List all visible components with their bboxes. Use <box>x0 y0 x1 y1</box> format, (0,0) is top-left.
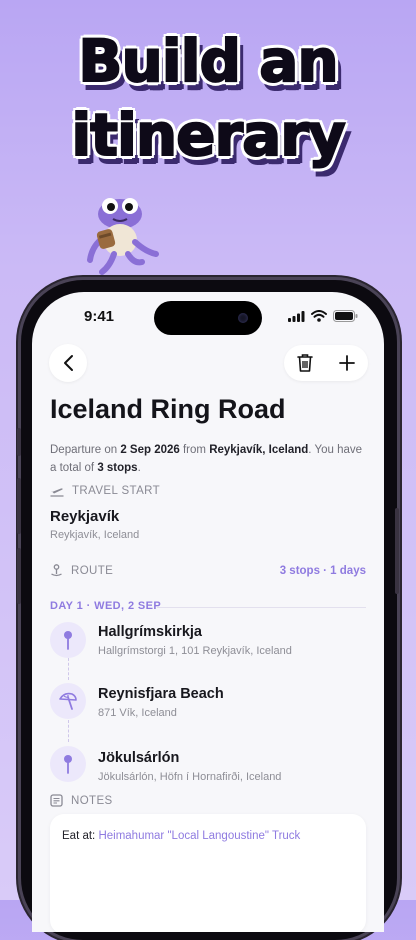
day-label: DAY 1 · WED, 2 SEP <box>50 600 162 612</box>
notes-icon <box>50 794 63 807</box>
stop-name[interactable]: Reynisfjara Beach <box>98 686 224 702</box>
stop-icon-3 <box>50 746 86 782</box>
stop-icon-2 <box>50 683 86 719</box>
stop-name[interactable]: Hallgrímskirkja <box>98 624 202 640</box>
travel-start-address: Reykjavík, Iceland <box>50 529 140 541</box>
travel-start-label: TRAVEL START <box>72 485 161 497</box>
headline-line-1: Build an <box>77 27 339 95</box>
notes-link[interactable]: Heimahumar "Local Langoustine" Truck <box>98 830 300 842</box>
camera-icon <box>238 313 248 323</box>
notes-text: Eat at: Heimahumar "Local Langoustine" T… <box>62 830 301 842</box>
notes-header: NOTES <box>50 794 113 807</box>
route-header: ROUTE <box>50 564 113 577</box>
pin-icon <box>64 631 72 650</box>
route-summary: 3 stops · 1 days <box>279 565 366 577</box>
day-divider <box>157 607 366 608</box>
trash-icon <box>297 354 313 372</box>
plus-icon <box>339 355 355 371</box>
phone-volume-up-button <box>17 478 21 534</box>
delete-button[interactable] <box>284 345 326 381</box>
headline-line-2: itinerary <box>70 101 346 169</box>
trip-title: Iceland Ring Road <box>50 394 286 424</box>
timeline-connector <box>67 658 69 680</box>
stop-name[interactable]: Jökulsárlón <box>98 750 179 766</box>
notes-card[interactable]: Eat at: Heimahumar "Local Langoustine" T… <box>50 814 366 932</box>
battery-icon <box>333 310 358 322</box>
pin-icon <box>64 755 72 774</box>
notes-label: NOTES <box>71 794 113 807</box>
stop-address: Jökulsárlón, Höfn í Hornafirði, Iceland <box>98 771 282 783</box>
dynamic-island <box>154 301 262 335</box>
phone-mute-button <box>17 428 21 456</box>
chevron-left-icon <box>64 355 73 371</box>
stop-icon-1 <box>50 622 86 658</box>
route-icon <box>51 564 62 577</box>
status-time: 9:41 <box>84 308 115 325</box>
frog-mascot-icon <box>87 198 159 275</box>
cellular-signal-icon <box>288 310 305 322</box>
beach-umbrella-icon <box>59 692 77 710</box>
add-button[interactable] <box>326 345 368 381</box>
status-icons <box>288 310 358 322</box>
phone-volume-down-button <box>17 548 21 604</box>
back-button[interactable] <box>49 344 87 382</box>
trip-description: Departure on 2 Sep 2026 from Reykjavík, … <box>50 444 363 474</box>
stop-address: Hallgrímstorgi 1, 101 Reykjavík, Iceland <box>98 645 292 657</box>
stop-address: 871 Vík, Iceland <box>98 707 177 719</box>
plane-takeoff-icon <box>50 488 64 497</box>
phone-power-button <box>395 508 399 594</box>
app-screen: 9:41 Iceland Ring Road Departure on 2 Se… <box>32 292 384 932</box>
travel-start-name: Reykjavík <box>50 508 120 525</box>
wifi-icon <box>311 310 327 322</box>
timeline-connector <box>67 720 69 742</box>
route-label: ROUTE <box>71 564 114 577</box>
travel-start-header: TRAVEL START <box>50 485 160 497</box>
toolbar-actions <box>284 345 368 381</box>
